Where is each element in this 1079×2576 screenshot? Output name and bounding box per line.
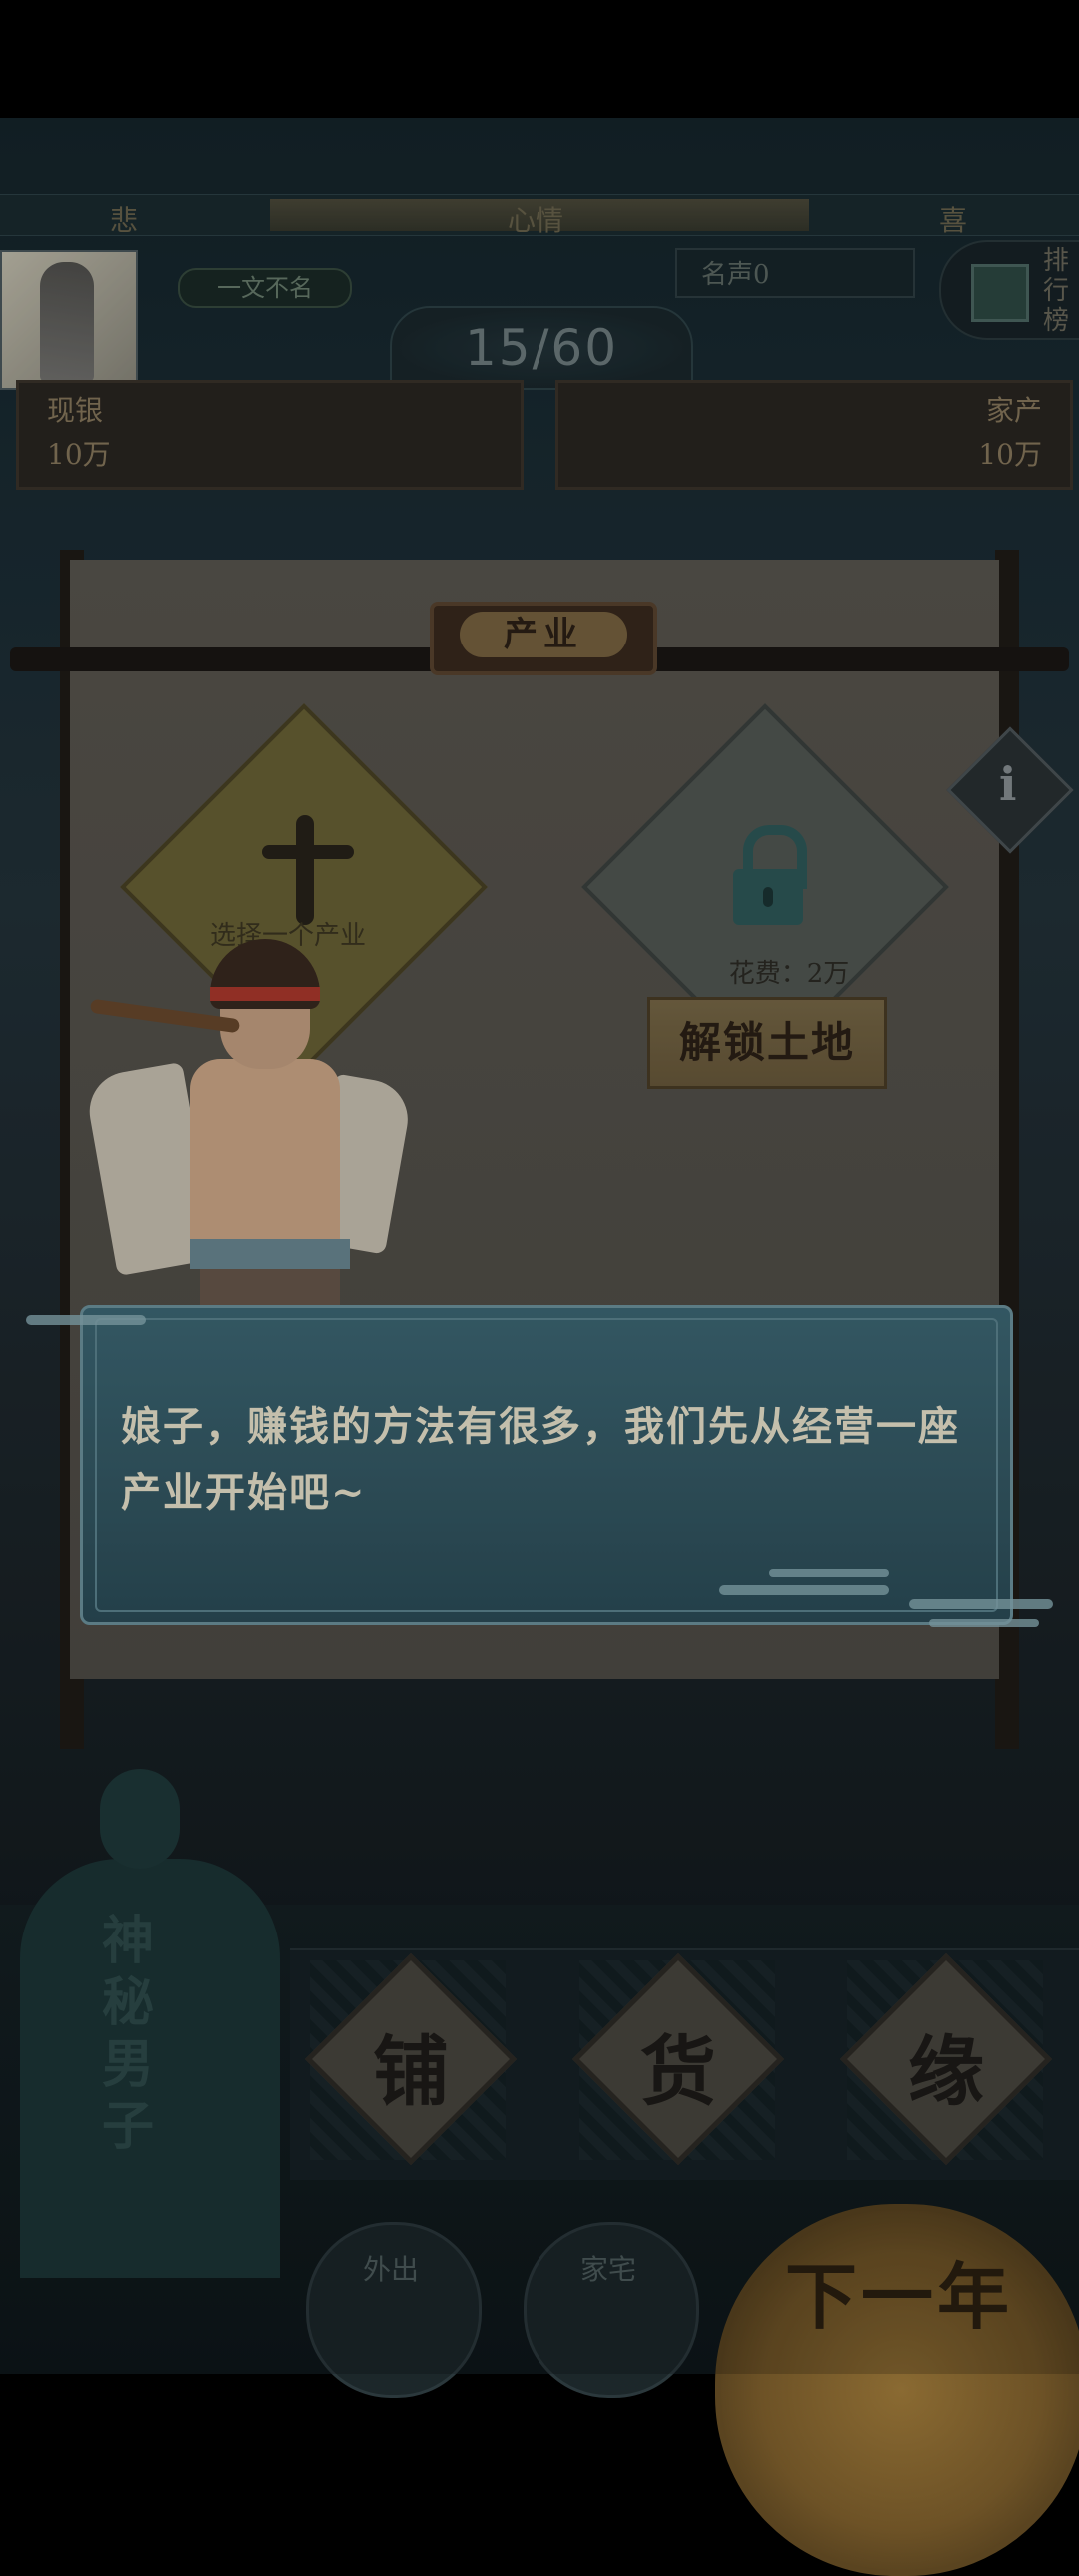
dialog-text: 娘子，赚钱的方法有很多，我们先从经营一座产业开始吧~ [121, 1403, 960, 1516]
guide-character [70, 839, 415, 1349]
turn-counter-text: 15/60 [464, 319, 619, 377]
board-title-plaque: 产业 [430, 602, 657, 675]
assets-label: 家产 [985, 394, 1042, 427]
cloud-decoration [26, 1315, 146, 1325]
mood-bar: 悲 心情 喜 [0, 194, 1079, 237]
turn-counter: 15/60 [390, 306, 693, 390]
character-headband [210, 987, 320, 1001]
assets-value: 10万 [978, 438, 1042, 471]
cloud-decoration [769, 1569, 889, 1577]
mystery-man-head [100, 1769, 180, 1869]
next-year-label: 下一年 [784, 2254, 1013, 2339]
dialog-box[interactable]: 娘子，赚钱的方法有很多，我们先从经营一座产业开始吧~ [80, 1305, 1013, 1625]
leaderboard-icon [971, 264, 1029, 322]
player-avatar[interactable] [0, 250, 138, 390]
info-icon: i [999, 757, 1017, 811]
cash-value: 10万 [47, 438, 111, 471]
board-title: 产业 [460, 612, 627, 657]
outing-label: 外出 [362, 2253, 419, 2286]
mood-title: 心情 [508, 204, 564, 237]
mood-sad-label: 悲 [110, 204, 139, 237]
home-label: 家宅 [579, 2253, 636, 2286]
lock-icon-keyhole [763, 887, 773, 907]
fate-button-label: 缘 [908, 2027, 984, 2116]
character-torso [190, 1059, 340, 1259]
cash-panel: 现银 10万 [16, 380, 524, 490]
leaderboard-button[interactable]: 排行榜 [939, 240, 1079, 340]
cloud-decoration [929, 1619, 1039, 1627]
avatar-figure [40, 262, 94, 382]
mystery-man-label: 神秘男子 [102, 1911, 155, 2157]
cloud-decoration [719, 1585, 889, 1595]
cash-label: 现银 [47, 394, 104, 427]
player-title-badge: 一文不名 [178, 268, 352, 308]
shop-button-label: 铺 [373, 2027, 449, 2116]
fame-display: 名声0 [675, 248, 915, 298]
unlock-cost: 花费：2万 [728, 959, 850, 989]
assets-panel: 家产 10万 [555, 380, 1073, 490]
mood-happy-label: 喜 [939, 204, 968, 237]
goods-button-label: 货 [640, 2027, 716, 2116]
cloud-decoration [909, 1599, 1053, 1609]
unlock-land-button[interactable]: 解锁土地 [647, 997, 887, 1089]
character-belt [190, 1239, 350, 1269]
leaderboard-label: 排行榜 [1043, 246, 1070, 336]
